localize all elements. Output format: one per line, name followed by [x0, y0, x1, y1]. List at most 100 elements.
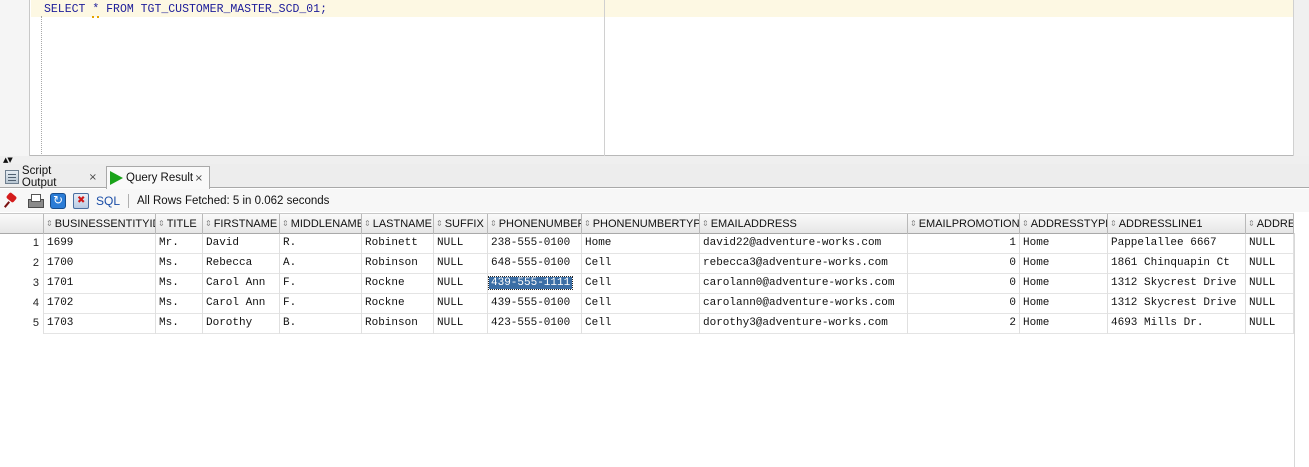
column-header-addressline1[interactable]: ⇕ ADDRESSLINE1 [1108, 214, 1246, 234]
cell-middlename[interactable]: F. [280, 294, 362, 314]
cell-middlename[interactable]: A. [280, 254, 362, 274]
cell-addressline1[interactable]: 1312 Skycrest Drive [1108, 294, 1246, 314]
row-number[interactable]: 3 [0, 274, 44, 294]
cell-lastname[interactable]: Robinett [362, 234, 434, 254]
cell-addresstype[interactable]: Home [1020, 274, 1108, 294]
sql-button[interactable]: SQL [96, 194, 120, 208]
cell-addresstype[interactable]: Home [1020, 234, 1108, 254]
grid-scrollbar[interactable] [1294, 233, 1309, 467]
column-header-middlename[interactable]: ⇕ MIDDLENAME [280, 214, 362, 234]
cell-firstname[interactable]: Rebecca [203, 254, 280, 274]
cell-suffix[interactable]: NULL [434, 314, 488, 334]
sort-icon[interactable]: ⇕ [46, 220, 53, 228]
close-icon[interactable]: × [195, 173, 203, 184]
column-header-addre[interactable]: ⇕ ADDRE [1246, 214, 1294, 234]
cell-emailaddress[interactable]: carolann0@adventure-works.com [700, 274, 908, 294]
cell-businessentityid[interactable]: 1703 [44, 314, 156, 334]
cell-firstname[interactable]: Dorothy [203, 314, 280, 334]
cell-addressline1[interactable]: 1861 Chinquapin Ct [1108, 254, 1246, 274]
cell-phonenumber[interactable]: 648-555-0100 [488, 254, 582, 274]
table-row[interactable]: 5 1703 Ms. Dorothy B. Robinson NULL 423-555-010… [0, 314, 1294, 334]
cell-addresstype[interactable]: Home [1020, 294, 1108, 314]
cell-emailpromotion[interactable]: 2 [908, 314, 1020, 334]
column-header-addresstype[interactable]: ⇕ ADDRESSTYPE [1020, 214, 1108, 234]
result-grid[interactable]: ⇕ BUSINESSENTITYID ⇕ TITLE ⇕ FIRSTNAME ⇕ MIDDLE… [0, 213, 1309, 467]
sort-icon[interactable]: ⇕ [1110, 220, 1117, 228]
delete-icon[interactable] [73, 192, 89, 209]
cell-phonenumbertype[interactable]: Cell [582, 314, 700, 334]
sort-icon[interactable]: ⇕ [910, 220, 917, 228]
sort-icon[interactable]: ⇕ [1022, 220, 1029, 228]
cell-title[interactable]: Ms. [156, 274, 203, 294]
cell-emailaddress[interactable]: dorothy3@adventure-works.com [700, 314, 908, 334]
cell-title[interactable]: Mr. [156, 234, 203, 254]
column-header-businessentityid[interactable]: ⇕ BUSINESSENTITYID [44, 214, 156, 234]
cell-suffix[interactable]: NULL [434, 234, 488, 254]
column-header-phonenumber[interactable]: ⇕ PHONENUMBER [488, 214, 582, 234]
cell-businessentityid[interactable]: 1700 [44, 254, 156, 274]
row-number[interactable]: 2 [0, 254, 44, 274]
cell-firstname[interactable]: Carol Ann [203, 274, 280, 294]
cell-addre[interactable]: NULL [1246, 314, 1294, 334]
cell-phonenumbertype[interactable]: Cell [582, 294, 700, 314]
cell-businessentityid[interactable]: 1699 [44, 234, 156, 254]
table-row[interactable]: 1 1699 Mr. David R. Robinett NULL 238-555-0100 H… [0, 234, 1294, 254]
table-row[interactable]: 4 1702 Ms. Carol Ann F. Rockne NULL 439-555-010… [0, 294, 1294, 314]
cell-addressline1[interactable]: 1312 Skycrest Drive [1108, 274, 1246, 294]
cell-phonenumber[interactable]: 238-555-0100 [488, 234, 582, 254]
cell-title[interactable]: Ms. [156, 294, 203, 314]
cell-firstname[interactable]: Carol Ann [203, 294, 280, 314]
cell-title[interactable]: Ms. [156, 314, 203, 334]
tab-script-output[interactable]: Script Output × [2, 165, 103, 189]
sort-icon[interactable]: ⇕ [584, 220, 591, 228]
cell-phonenumber[interactable]: 439-555-0100 [488, 294, 582, 314]
cell-title[interactable]: Ms. [156, 254, 203, 274]
cell-phonenumbertype[interactable]: Cell [582, 274, 700, 294]
cell-emailaddress[interactable]: david22@adventure-works.com [700, 234, 908, 254]
cell-emailpromotion[interactable]: 1 [908, 234, 1020, 254]
cell-suffix[interactable]: NULL [434, 294, 488, 314]
column-header-firstname[interactable]: ⇕ FIRSTNAME [203, 214, 280, 234]
sort-icon[interactable]: ⇕ [205, 220, 212, 228]
cell-phonenumber[interactable]: 439-555-1111 [488, 274, 582, 294]
cell-lastname[interactable]: Rockne [362, 274, 434, 294]
cell-emailaddress[interactable]: carolann0@adventure-works.com [700, 294, 908, 314]
column-header-lastname[interactable]: ⇕ LASTNAME [362, 214, 434, 234]
cell-businessentityid[interactable]: 1701 [44, 274, 156, 294]
sort-icon[interactable]: ⇕ [702, 220, 709, 228]
sql-statement[interactable]: SELECT * FROM TGT_CUSTOMER_MASTER_SCD_01… [44, 3, 327, 18]
table-row[interactable]: 2 1700 Ms. Rebecca A. Robinson NULL 648-555-010… [0, 254, 1294, 274]
print-icon[interactable] [27, 193, 44, 209]
cell-addressline1[interactable]: 4693 Mills Dr. [1108, 314, 1246, 334]
splitter-arrows-icon[interactable]: ▲▼ [3, 156, 13, 164]
cell-addre[interactable]: NULL [1246, 294, 1294, 314]
cell-suffix[interactable]: NULL [434, 274, 488, 294]
cell-emailpromotion[interactable]: 0 [908, 274, 1020, 294]
cell-businessentityid[interactable]: 1702 [44, 294, 156, 314]
cell-addressline1[interactable]: Pappelallee 6667 [1108, 234, 1246, 254]
sort-icon[interactable]: ⇕ [364, 220, 371, 228]
sort-icon[interactable]: ⇕ [158, 220, 165, 228]
column-header-suffix[interactable]: ⇕ SUFFIX [434, 214, 488, 234]
sort-icon[interactable]: ⇕ [490, 220, 497, 228]
sort-icon[interactable]: ⇕ [282, 220, 289, 228]
cell-emailpromotion[interactable]: 0 [908, 254, 1020, 274]
column-header-phonenumbertype[interactable]: ⇕ PHONENUMBERTYPE [582, 214, 700, 234]
selected-cell-value[interactable]: 439-555-1111 [488, 276, 574, 290]
cell-emailaddress[interactable]: rebecca3@adventure-works.com [700, 254, 908, 274]
column-header-emailpromotion[interactable]: ⇕ EMAILPROMOTION [908, 214, 1020, 234]
cell-addre[interactable]: NULL [1246, 254, 1294, 274]
sql-editor[interactable]: SELECT * FROM TGT_CUSTOMER_MASTER_SCD_01… [0, 0, 1309, 156]
cell-phonenumber[interactable]: 423-555-0100 [488, 314, 582, 334]
cell-phonenumbertype[interactable]: Cell [582, 254, 700, 274]
cell-addresstype[interactable]: Home [1020, 314, 1108, 334]
row-number[interactable]: 4 [0, 294, 44, 314]
cell-middlename[interactable]: B. [280, 314, 362, 334]
refresh-icon[interactable] [50, 192, 66, 209]
cell-firstname[interactable]: David [203, 234, 280, 254]
sort-icon[interactable]: ⇕ [436, 220, 443, 228]
cell-lastname[interactable]: Rockne [362, 294, 434, 314]
cell-addresstype[interactable]: Home [1020, 254, 1108, 274]
close-icon[interactable]: × [89, 172, 97, 183]
cell-middlename[interactable]: F. [280, 274, 362, 294]
